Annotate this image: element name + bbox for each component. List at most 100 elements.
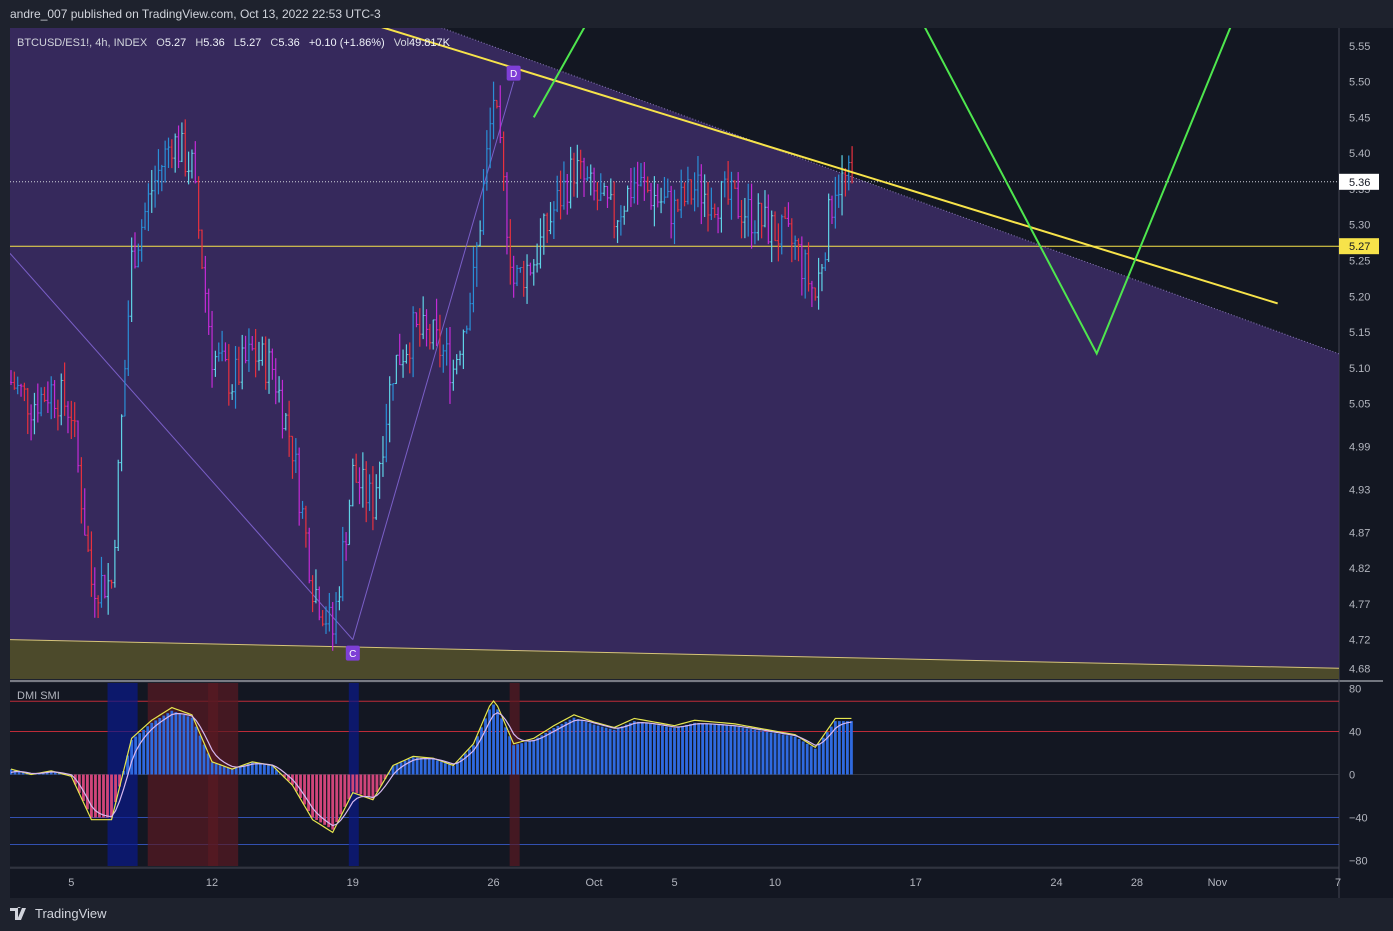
- histogram-bar: [709, 724, 713, 775]
- price-tick-label: 4.99: [1349, 442, 1370, 454]
- price-badge-label: 5.27: [1349, 241, 1370, 253]
- histogram-bar: [560, 723, 564, 775]
- histogram-bar: [733, 726, 737, 775]
- tradingview-logo-icon: [10, 906, 26, 920]
- histogram-bar: [106, 774, 109, 818]
- histogram-bar: [624, 724, 628, 775]
- legend-high-value: 5.36: [203, 37, 224, 49]
- histogram-bar: [809, 746, 813, 775]
- histogram-bar: [697, 723, 701, 775]
- histogram-bar: [745, 728, 749, 775]
- histogram-bar: [355, 774, 359, 794]
- histogram-bar: [701, 723, 705, 775]
- legend-change: +0.10 (+1.86%): [309, 37, 385, 49]
- price-tick-label: 4.93: [1349, 484, 1370, 496]
- histogram-bar: [439, 761, 443, 775]
- histogram-bar: [580, 720, 584, 775]
- histogram-bar: [761, 731, 765, 775]
- histogram-bar: [789, 735, 793, 775]
- price-tick-label: 5.25: [1349, 256, 1370, 268]
- histogram-bar: [210, 762, 214, 775]
- histogram-bar: [620, 726, 624, 775]
- point-label-d: D: [510, 69, 517, 80]
- time-tick-label: 12: [206, 877, 218, 889]
- histogram-bar: [427, 758, 431, 775]
- indicator-title: DMI SMI: [17, 690, 60, 702]
- time-tick-label: 24: [1050, 877, 1062, 889]
- histogram-bar: [797, 739, 801, 775]
- time-tick-label: Nov: [1208, 877, 1228, 889]
- histogram-bar: [600, 726, 604, 775]
- histogram-bar: [158, 718, 162, 775]
- histogram-bar: [447, 764, 451, 775]
- histogram-bar: [536, 737, 540, 775]
- legend-volume-value: 49.817K: [409, 37, 451, 49]
- histogram-bar: [817, 743, 821, 775]
- chart-area[interactable]: DC 5.555.505.455.405.355.305.255.205.155…: [0, 0, 1393, 900]
- svg-text:BTCUSD/ES1!, 4h, INDEX O: BTCUSD/ES1!, 4h, INDEX O5.27 H5.36 L5.27…: [17, 37, 451, 49]
- time-tick-label: 28: [1131, 877, 1143, 889]
- histogram-bar: [544, 732, 548, 775]
- histogram-bar: [194, 726, 198, 775]
- histogram-bar: [608, 728, 612, 775]
- histogram-bar: [496, 709, 499, 775]
- histogram-bar: [234, 767, 238, 775]
- histogram-bar: [821, 737, 825, 775]
- indicator-tick-label: 40: [1349, 726, 1361, 738]
- price-tick-label: 5.50: [1349, 77, 1370, 89]
- legend-open-value: 5.27: [165, 37, 186, 49]
- price-tick-label: 4.82: [1349, 563, 1370, 575]
- histogram-bar: [753, 729, 757, 775]
- histogram-bar: [154, 720, 158, 775]
- histogram-bar: [785, 735, 789, 775]
- histogram-bar: [673, 727, 676, 775]
- time-tick-label: Oct: [586, 877, 603, 889]
- histogram-bar: [846, 721, 849, 775]
- histogram-bar: [130, 740, 134, 775]
- histogram-bar: [266, 765, 270, 775]
- histogram-bar: [190, 717, 194, 775]
- histogram-bar: [134, 736, 138, 775]
- histogram-bar: [652, 724, 656, 775]
- histogram-bar: [741, 727, 745, 775]
- histogram-bar: [222, 766, 226, 775]
- histogram-bar: [415, 757, 419, 775]
- price-tick-label: 4.77: [1349, 599, 1370, 611]
- histogram-bar: [805, 743, 809, 775]
- histogram-bar: [339, 774, 343, 815]
- price-tick-label: 5.20: [1349, 291, 1370, 303]
- histogram-bar: [162, 715, 166, 775]
- histogram-bar: [90, 774, 93, 818]
- histogram-bar: [323, 774, 327, 825]
- price-tick-label: 5.55: [1349, 41, 1370, 53]
- histogram-bar: [174, 712, 178, 775]
- brand[interactable]: TradingView: [10, 906, 107, 921]
- histogram-bar: [540, 735, 544, 775]
- histogram-bar: [721, 725, 725, 775]
- histogram-bar: [661, 725, 664, 775]
- histogram-bar: [375, 774, 379, 793]
- histogram-bar: [86, 774, 89, 810]
- histogram-bar: [218, 765, 222, 775]
- histogram-bar: [813, 748, 817, 775]
- histogram-bar: [592, 724, 596, 775]
- histogram-bar: [781, 734, 785, 775]
- histogram-bar: [347, 774, 351, 800]
- histogram-bar: [548, 730, 552, 775]
- histogram-bar: [238, 766, 242, 775]
- histogram-bar: [648, 723, 652, 775]
- histogram-bar: [480, 727, 483, 775]
- histogram-bar: [504, 727, 508, 775]
- legend-high-label: H: [195, 37, 203, 49]
- histogram-bar: [588, 723, 592, 775]
- price-tick-label: 5.45: [1349, 112, 1370, 124]
- histogram-bar: [572, 717, 576, 775]
- histogram-bar: [773, 733, 777, 775]
- histogram-bar: [226, 767, 230, 775]
- histogram-bar: [206, 753, 210, 775]
- price-tick-label: 5.15: [1349, 327, 1370, 339]
- histogram-bar: [516, 744, 520, 775]
- histogram-bar: [669, 727, 672, 775]
- price-tick-label: 4.72: [1349, 635, 1370, 647]
- histogram-bar: [568, 719, 572, 775]
